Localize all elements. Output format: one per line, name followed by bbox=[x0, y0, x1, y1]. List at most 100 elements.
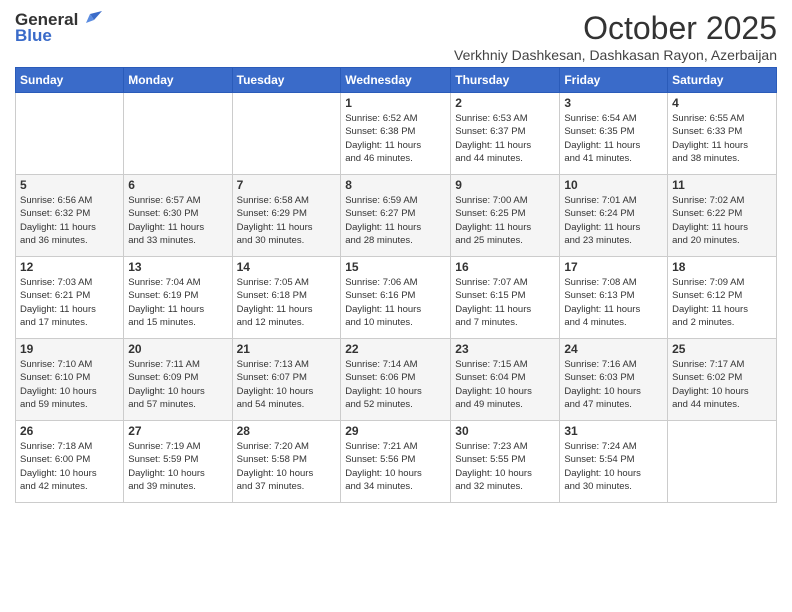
day-number: 27 bbox=[128, 424, 227, 438]
subtitle: Verkhniy Dashkesan, Dashkasan Rayon, Aze… bbox=[454, 47, 777, 63]
header: General Blue October 2025 Verkhniy Dashk… bbox=[15, 10, 777, 63]
day-info: Sunrise: 6:54 AM Sunset: 6:35 PM Dayligh… bbox=[564, 112, 663, 165]
calendar-cell: 14 Sunrise: 7:05 AM Sunset: 6:18 PM Dayli… bbox=[232, 257, 341, 339]
calendar-cell: 30 Sunrise: 7:23 AM Sunset: 5:55 PM Dayli… bbox=[451, 421, 560, 503]
calendar-cell: 5Sunrise: 6:56 AM Sunset: 6:32 PM Daylig… bbox=[16, 175, 124, 257]
calendar-week-row: 12 Sunrise: 7:03 AM Sunset: 6:21 PM Dayli… bbox=[16, 257, 777, 339]
day-number: 4 bbox=[672, 96, 772, 110]
day-number: 16 bbox=[455, 260, 555, 274]
calendar-cell bbox=[232, 93, 341, 175]
calendar-cell: 4 Sunrise: 6:55 AM Sunset: 6:33 PM Daylig… bbox=[668, 93, 777, 175]
calendar-cell: 9Sunrise: 7:00 AM Sunset: 6:25 PM Daylig… bbox=[451, 175, 560, 257]
day-number: 13 bbox=[128, 260, 227, 274]
calendar-cell: 24 Sunrise: 7:16 AM Sunset: 6:03 PM Dayli… bbox=[560, 339, 668, 421]
col-wednesday: Wednesday bbox=[341, 68, 451, 93]
calendar-header-row: Sunday Monday Tuesday Wednesday Thursday… bbox=[16, 68, 777, 93]
day-number: 25 bbox=[672, 342, 772, 356]
day-info: Sunrise: 7:08 AM Sunset: 6:13 PM Dayligh… bbox=[564, 276, 663, 329]
calendar-cell: 2 Sunrise: 6:53 AM Sunset: 6:37 PM Daylig… bbox=[451, 93, 560, 175]
calendar-cell bbox=[16, 93, 124, 175]
calendar-cell: 11Sunrise: 7:02 AM Sunset: 6:22 PM Dayli… bbox=[668, 175, 777, 257]
day-info: Sunrise: 7:10 AM Sunset: 6:10 PM Dayligh… bbox=[20, 358, 119, 411]
day-number: 15 bbox=[345, 260, 446, 274]
day-info: Sunrise: 6:57 AM Sunset: 6:30 PM Dayligh… bbox=[128, 194, 227, 247]
calendar-cell: 21 Sunrise: 7:13 AM Sunset: 6:07 PM Dayli… bbox=[232, 339, 341, 421]
calendar-cell: 16 Sunrise: 7:07 AM Sunset: 6:15 PM Dayli… bbox=[451, 257, 560, 339]
day-info: Sunrise: 6:58 AM Sunset: 6:29 PM Dayligh… bbox=[237, 194, 337, 247]
calendar-cell bbox=[124, 93, 232, 175]
calendar-cell: 8Sunrise: 6:59 AM Sunset: 6:27 PM Daylig… bbox=[341, 175, 451, 257]
day-number: 29 bbox=[345, 424, 446, 438]
calendar-cell: 3 Sunrise: 6:54 AM Sunset: 6:35 PM Daylig… bbox=[560, 93, 668, 175]
title-section: October 2025 Verkhniy Dashkesan, Dashkas… bbox=[454, 10, 777, 63]
day-info: Sunrise: 6:53 AM Sunset: 6:37 PM Dayligh… bbox=[455, 112, 555, 165]
day-info: Sunrise: 7:06 AM Sunset: 6:16 PM Dayligh… bbox=[345, 276, 446, 329]
col-monday: Monday bbox=[124, 68, 232, 93]
day-info: Sunrise: 7:07 AM Sunset: 6:15 PM Dayligh… bbox=[455, 276, 555, 329]
day-number: 19 bbox=[20, 342, 119, 356]
day-info: Sunrise: 7:15 AM Sunset: 6:04 PM Dayligh… bbox=[455, 358, 555, 411]
calendar-week-row: 26 Sunrise: 7:18 AM Sunset: 6:00 PM Dayli… bbox=[16, 421, 777, 503]
day-info: Sunrise: 7:18 AM Sunset: 6:00 PM Dayligh… bbox=[20, 440, 119, 493]
calendar-cell: 1 Sunrise: 6:52 AM Sunset: 6:38 PM Daylig… bbox=[341, 93, 451, 175]
day-info: Sunrise: 7:00 AM Sunset: 6:25 PM Dayligh… bbox=[455, 194, 555, 247]
calendar-week-row: 19 Sunrise: 7:10 AM Sunset: 6:10 PM Dayli… bbox=[16, 339, 777, 421]
day-info: Sunrise: 7:17 AM Sunset: 6:02 PM Dayligh… bbox=[672, 358, 772, 411]
calendar-cell: 29 Sunrise: 7:21 AM Sunset: 5:56 PM Dayli… bbox=[341, 421, 451, 503]
day-number: 31 bbox=[564, 424, 663, 438]
calendar-week-row: 5Sunrise: 6:56 AM Sunset: 6:32 PM Daylig… bbox=[16, 175, 777, 257]
calendar-cell: 12 Sunrise: 7:03 AM Sunset: 6:21 PM Dayli… bbox=[16, 257, 124, 339]
day-info: Sunrise: 7:13 AM Sunset: 6:07 PM Dayligh… bbox=[237, 358, 337, 411]
day-number: 7 bbox=[237, 178, 337, 192]
day-info: Sunrise: 7:01 AM Sunset: 6:24 PM Dayligh… bbox=[564, 194, 663, 247]
day-info: Sunrise: 7:05 AM Sunset: 6:18 PM Dayligh… bbox=[237, 276, 337, 329]
calendar-cell: 20 Sunrise: 7:11 AM Sunset: 6:09 PM Dayli… bbox=[124, 339, 232, 421]
logo-blue-text: Blue bbox=[15, 26, 52, 46]
day-number: 24 bbox=[564, 342, 663, 356]
calendar-cell: 22 Sunrise: 7:14 AM Sunset: 6:06 PM Dayli… bbox=[341, 339, 451, 421]
calendar-cell: 27 Sunrise: 7:19 AM Sunset: 5:59 PM Dayli… bbox=[124, 421, 232, 503]
logo: General Blue bbox=[15, 10, 102, 46]
day-number: 28 bbox=[237, 424, 337, 438]
logo-bird-icon bbox=[80, 11, 102, 29]
day-info: Sunrise: 7:16 AM Sunset: 6:03 PM Dayligh… bbox=[564, 358, 663, 411]
calendar-week-row: 1 Sunrise: 6:52 AM Sunset: 6:38 PM Daylig… bbox=[16, 93, 777, 175]
day-info: Sunrise: 7:03 AM Sunset: 6:21 PM Dayligh… bbox=[20, 276, 119, 329]
day-info: Sunrise: 7:21 AM Sunset: 5:56 PM Dayligh… bbox=[345, 440, 446, 493]
calendar-cell: 6Sunrise: 6:57 AM Sunset: 6:30 PM Daylig… bbox=[124, 175, 232, 257]
col-saturday: Saturday bbox=[668, 68, 777, 93]
day-number: 10 bbox=[564, 178, 663, 192]
day-info: Sunrise: 7:23 AM Sunset: 5:55 PM Dayligh… bbox=[455, 440, 555, 493]
day-number: 3 bbox=[564, 96, 663, 110]
calendar-cell: 25 Sunrise: 7:17 AM Sunset: 6:02 PM Dayli… bbox=[668, 339, 777, 421]
calendar-cell: 15 Sunrise: 7:06 AM Sunset: 6:16 PM Dayli… bbox=[341, 257, 451, 339]
day-number: 26 bbox=[20, 424, 119, 438]
day-number: 22 bbox=[345, 342, 446, 356]
day-number: 12 bbox=[20, 260, 119, 274]
day-number: 21 bbox=[237, 342, 337, 356]
day-info: Sunrise: 7:04 AM Sunset: 6:19 PM Dayligh… bbox=[128, 276, 227, 329]
month-title: October 2025 bbox=[454, 10, 777, 47]
calendar-cell: 19 Sunrise: 7:10 AM Sunset: 6:10 PM Dayli… bbox=[16, 339, 124, 421]
day-info: Sunrise: 6:55 AM Sunset: 6:33 PM Dayligh… bbox=[672, 112, 772, 165]
day-number: 11 bbox=[672, 178, 772, 192]
day-info: Sunrise: 7:14 AM Sunset: 6:06 PM Dayligh… bbox=[345, 358, 446, 411]
day-info: Sunrise: 7:24 AM Sunset: 5:54 PM Dayligh… bbox=[564, 440, 663, 493]
day-info: Sunrise: 7:19 AM Sunset: 5:59 PM Dayligh… bbox=[128, 440, 227, 493]
page-container: General Blue October 2025 Verkhniy Dashk… bbox=[0, 0, 792, 508]
day-info: Sunrise: 7:11 AM Sunset: 6:09 PM Dayligh… bbox=[128, 358, 227, 411]
col-thursday: Thursday bbox=[451, 68, 560, 93]
day-number: 20 bbox=[128, 342, 227, 356]
col-friday: Friday bbox=[560, 68, 668, 93]
day-number: 1 bbox=[345, 96, 446, 110]
day-info: Sunrise: 6:56 AM Sunset: 6:32 PM Dayligh… bbox=[20, 194, 119, 247]
day-number: 2 bbox=[455, 96, 555, 110]
calendar-cell: 7 Sunrise: 6:58 AM Sunset: 6:29 PM Daylig… bbox=[232, 175, 341, 257]
calendar-table: Sunday Monday Tuesday Wednesday Thursday… bbox=[15, 67, 777, 503]
day-number: 14 bbox=[237, 260, 337, 274]
calendar-cell: 23Sunrise: 7:15 AM Sunset: 6:04 PM Dayli… bbox=[451, 339, 560, 421]
calendar-cell: 10 Sunrise: 7:01 AM Sunset: 6:24 PM Dayli… bbox=[560, 175, 668, 257]
day-number: 30 bbox=[455, 424, 555, 438]
calendar-cell: 13 Sunrise: 7:04 AM Sunset: 6:19 PM Dayli… bbox=[124, 257, 232, 339]
day-info: Sunrise: 6:52 AM Sunset: 6:38 PM Dayligh… bbox=[345, 112, 446, 165]
